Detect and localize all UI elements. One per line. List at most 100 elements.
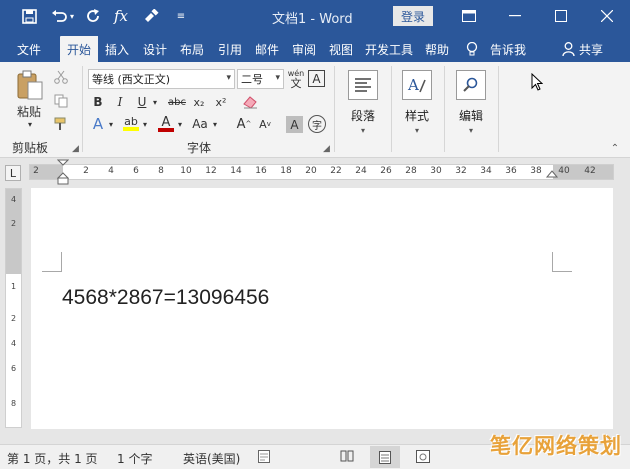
read-mode-icon[interactable] (340, 450, 354, 465)
tab-layout[interactable]: 布局 (175, 36, 209, 62)
ruler-number: 10 (180, 166, 192, 176)
tab-developer[interactable]: 开发工具 (361, 36, 417, 62)
italic-button[interactable]: I (112, 93, 128, 111)
grow-font-button[interactable]: A ^ (236, 115, 252, 133)
clear-formatting-icon[interactable] (240, 93, 260, 111)
document-page[interactable]: 4568*2867=13096456 (31, 188, 613, 429)
editing-button[interactable]: 编辑 ▾ (451, 68, 491, 138)
indent-marker-icon[interactable] (57, 159, 69, 185)
share-button[interactable]: 共享 (562, 36, 603, 62)
grow-font-label: A (236, 116, 246, 132)
vruler-number: 4 (10, 195, 17, 204)
document-body-text[interactable]: 4568*2867=13096456 (62, 286, 269, 310)
change-case-button[interactable]: Aa (190, 115, 210, 133)
clipboard-group-label: 剪贴板 (12, 141, 49, 155)
format-painter-icon[interactable] (140, 5, 162, 27)
ribbon-display-icon[interactable] (456, 5, 482, 27)
char-shading-button[interactable]: A (286, 116, 303, 133)
print-layout-icon[interactable] (370, 446, 400, 468)
vruler-number: 1 (10, 282, 17, 291)
page-count[interactable]: 第 1 页，共 1 页 (7, 450, 98, 467)
right-indent-marker-icon[interactable] (546, 170, 558, 180)
font-color-button[interactable]: A (157, 115, 175, 133)
font-name-combo[interactable]: 等线 (西文正文) ▾ (88, 69, 235, 89)
tab-home[interactable]: 开始 (60, 36, 98, 62)
phonetic-guide-button[interactable]: wén 文 (287, 67, 305, 91)
group-divider (82, 66, 83, 152)
ruler-number: 18 (280, 166, 292, 176)
clipboard-launcher-icon[interactable]: ◢ (72, 144, 79, 154)
underline-dropdown-icon[interactable]: ▾ (150, 95, 160, 109)
text-effects-dropdown-icon[interactable]: ▾ (106, 117, 116, 131)
shrink-font-button[interactable]: Av (257, 115, 273, 133)
person-icon (562, 42, 575, 56)
vruler-number: 8 (10, 399, 17, 408)
save-icon[interactable] (18, 5, 40, 27)
ribbon-tabs: 文件 开始 插入 设计 布局 引用 邮件 审阅 视图 开发工具 帮助 告诉我 共… (0, 33, 630, 62)
tell-me-search[interactable]: 告诉我 (466, 36, 526, 62)
font-size-value: 二号 (241, 73, 263, 86)
styles-button[interactable]: A 样式 ▾ (397, 68, 437, 138)
tab-design[interactable]: 设计 (138, 36, 172, 62)
char-border-button[interactable]: A (308, 70, 325, 87)
macro-record-icon[interactable] (258, 450, 270, 466)
web-layout-icon[interactable] (416, 450, 430, 466)
cut-icon[interactable] (52, 68, 70, 86)
tab-view[interactable]: 视图 (324, 36, 358, 62)
language-indicator[interactable]: 英语(美国) (183, 450, 240, 467)
change-case-dropdown-icon[interactable]: ▾ (210, 117, 220, 131)
undo-dropdown-icon[interactable]: ▾ (66, 5, 78, 27)
collapse-ribbon-icon[interactable]: ⌃ (608, 142, 622, 154)
redo-icon[interactable] (82, 5, 104, 27)
customize-qa-icon[interactable]: ≡ (170, 5, 192, 27)
underline-button[interactable]: U (134, 93, 150, 111)
highlight-label: ab (124, 115, 138, 128)
svg-text:A: A (407, 76, 419, 94)
chevron-down-icon: ▾ (414, 126, 419, 135)
highlight-button[interactable]: ab (122, 115, 140, 133)
paste-icon[interactable] (14, 68, 46, 102)
font-launcher-icon[interactable]: ◢ (323, 144, 330, 154)
paragraph-label: 段落 (350, 109, 375, 123)
copy-icon[interactable] (52, 92, 70, 110)
share-label: 共享 (579, 42, 604, 57)
phonetic-char: 文 (290, 77, 302, 90)
subscript-button[interactable]: x₂ (190, 93, 208, 111)
tab-insert[interactable]: 插入 (100, 36, 134, 62)
tab-selector-button[interactable]: L (5, 165, 21, 181)
paste-label[interactable]: 粘贴 (14, 103, 44, 119)
chevron-down-icon: ▾ (468, 126, 473, 135)
maximize-icon[interactable] (548, 5, 574, 27)
tab-review[interactable]: 审阅 (287, 36, 321, 62)
word-count[interactable]: 1 个字 (117, 450, 152, 467)
paste-dropdown-icon[interactable]: ▾ (24, 119, 36, 129)
vruler-number: 2 (10, 219, 17, 228)
vruler-number: 6 (10, 364, 17, 373)
superscript-button[interactable]: x² (212, 93, 230, 111)
font-size-combo[interactable]: 二号 ▾ (237, 69, 284, 89)
text-effects-button[interactable]: A (90, 115, 106, 133)
ruler-number: 2 (33, 166, 39, 176)
horizontal-ruler[interactable]: 2 2 4 6 8 10 12 14 16 18 20 22 24 26 28 … (29, 159, 614, 185)
font-name-value: 等线 (西文正文) (92, 73, 171, 86)
tab-references[interactable]: 引用 (213, 36, 247, 62)
tab-mailings[interactable]: 邮件 (250, 36, 284, 62)
fx-icon[interactable]: fx (110, 5, 132, 27)
title-bar: ▾ fx ≡ 文档1 - Word 登录 (0, 0, 630, 33)
vertical-ruler[interactable]: 4 2 1 2 4 6 8 (5, 188, 22, 428)
close-icon[interactable] (594, 5, 620, 27)
format-painter-ribbon-icon[interactable] (52, 115, 70, 133)
login-button[interactable]: 登录 (393, 6, 433, 26)
enclose-characters-button[interactable]: 字 (308, 115, 326, 133)
highlight-dropdown-icon[interactable]: ▾ (140, 117, 150, 131)
watermark-text: 笔亿网络策划 (490, 434, 622, 458)
paragraph-button[interactable]: 段落 ▾ (343, 68, 383, 138)
font-color-dropdown-icon[interactable]: ▾ (175, 117, 185, 131)
chevron-down-icon: ▾ (275, 73, 280, 83)
strikethrough-button[interactable]: abc (165, 93, 189, 111)
tab-file[interactable]: 文件 (6, 36, 52, 62)
minimize-icon[interactable] (502, 5, 528, 27)
tab-help[interactable]: 帮助 (420, 36, 454, 62)
group-divider (498, 66, 499, 152)
bold-button[interactable]: B (90, 93, 106, 111)
